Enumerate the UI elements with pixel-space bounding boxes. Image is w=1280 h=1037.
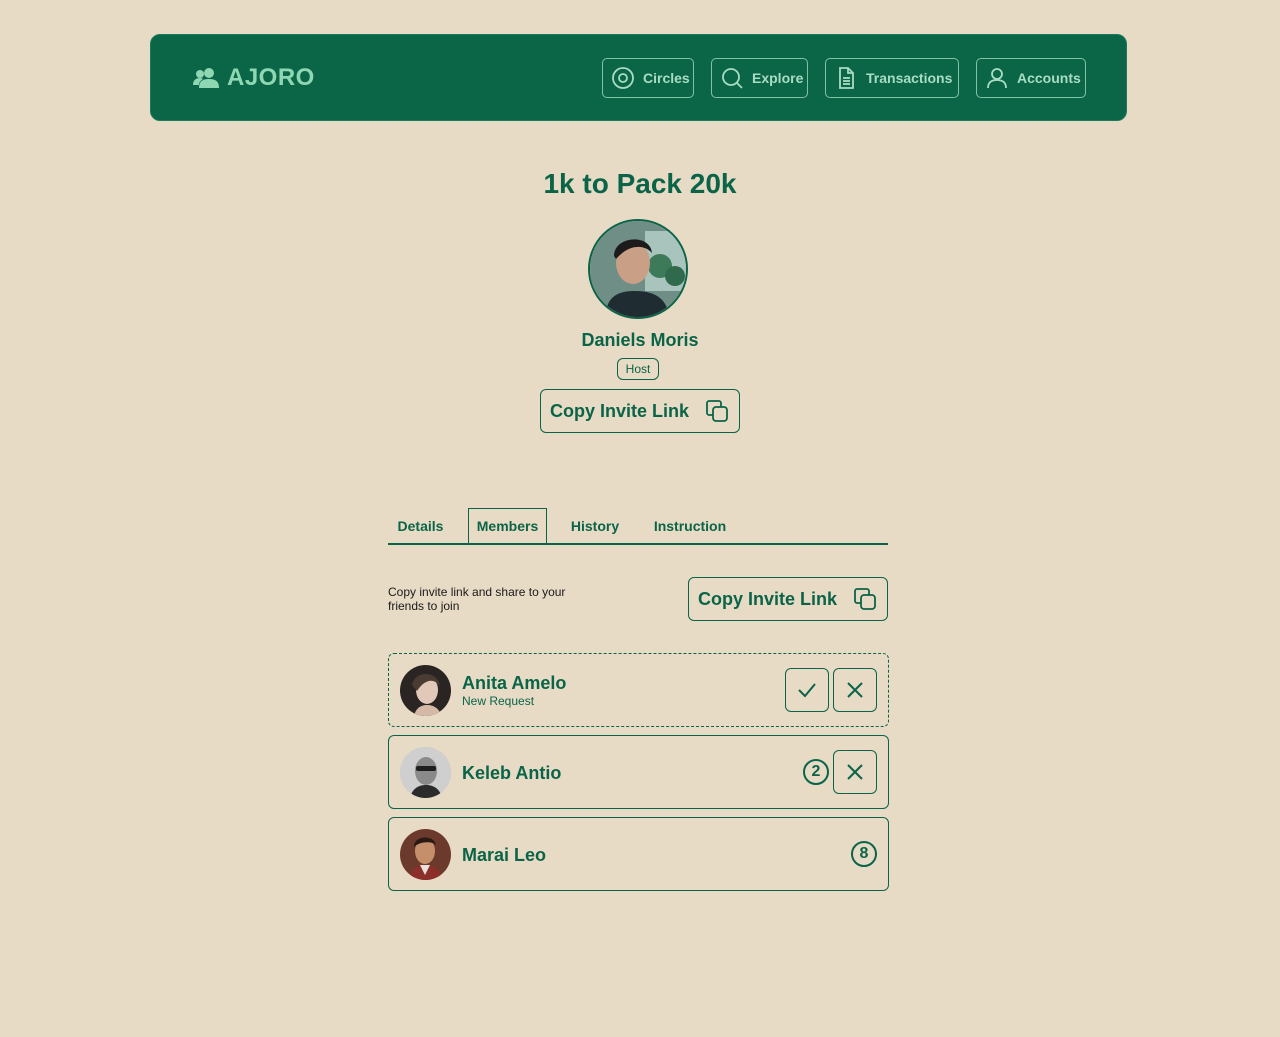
circle-title: 1k to Pack 20k (543, 168, 737, 199)
members-copy-invite-link-button[interactable]: Copy Invite Link (688, 577, 888, 621)
nav-explore-label: Explore (752, 70, 804, 86)
member-avatar (400, 747, 451, 798)
tab-details-label: Details (397, 517, 444, 534)
close-icon (847, 682, 863, 698)
tab-instruction-label: Instruction (653, 517, 727, 534)
nav-circles-label: Circles (643, 70, 690, 86)
member-avatar (400, 665, 451, 716)
circle-target-icon (612, 67, 634, 89)
members-copy-invite-link-label: Copy Invite Link (698, 588, 838, 609)
invite-hint-text: Copy invite link and share to your frien… (388, 585, 566, 613)
brand-logo[interactable]: AJORO (193, 63, 315, 93)
member-row: Keleb Antio 2 (388, 735, 889, 809)
accept-request-button[interactable] (785, 668, 829, 712)
nav-transactions-label: Transactions (866, 70, 953, 86)
member-position-badge: 2 (803, 759, 829, 785)
nav-accounts-label: Accounts (1017, 70, 1081, 86)
nav-transactions-button[interactable]: Transactions (825, 58, 959, 98)
tab-instruction[interactable]: Instruction (646, 508, 734, 543)
member-row: Anita Amelo New Request (388, 653, 889, 727)
nav-explore-button[interactable]: Explore (711, 58, 808, 98)
tab-members[interactable]: Members (468, 508, 547, 543)
close-icon (847, 764, 863, 780)
tab-members-label: Members (476, 518, 539, 534)
member-position-badge: 8 (851, 841, 877, 867)
circle-tabs: Details Members History Instruction (388, 508, 888, 545)
check-icon (798, 683, 816, 698)
member-name: Keleb Antio (462, 763, 562, 783)
copy-icon (854, 588, 876, 610)
nav-circles-button[interactable]: Circles (602, 58, 694, 98)
tab-details[interactable]: Details (388, 508, 453, 543)
remove-member-button[interactable] (833, 750, 877, 794)
host-name: Daniels Moris (581, 330, 699, 350)
users-icon (193, 68, 219, 88)
user-icon (987, 68, 1007, 89)
top-nav: AJORO Circles Explore Transactions Accou… (150, 34, 1127, 121)
copy-invite-link-button[interactable]: Copy Invite Link (540, 389, 740, 433)
member-status: New Request (462, 694, 535, 708)
member-name: Anita Amelo (462, 673, 567, 693)
nav-accounts-button[interactable]: Accounts (976, 58, 1086, 98)
member-name: Marai Leo (462, 845, 547, 865)
host-avatar (588, 219, 688, 319)
tab-history[interactable]: History (563, 508, 627, 543)
copy-invite-link-label: Copy Invite Link (550, 400, 690, 421)
brand-name: AJORO (227, 64, 315, 91)
search-icon (722, 68, 743, 89)
copy-icon (706, 400, 728, 422)
reject-request-button[interactable] (833, 668, 877, 712)
member-avatar (400, 829, 451, 880)
host-badge: Host (617, 358, 659, 380)
tab-history-label: History (570, 517, 620, 534)
member-row: Marai Leo 8 (388, 817, 889, 891)
document-icon (839, 67, 854, 89)
